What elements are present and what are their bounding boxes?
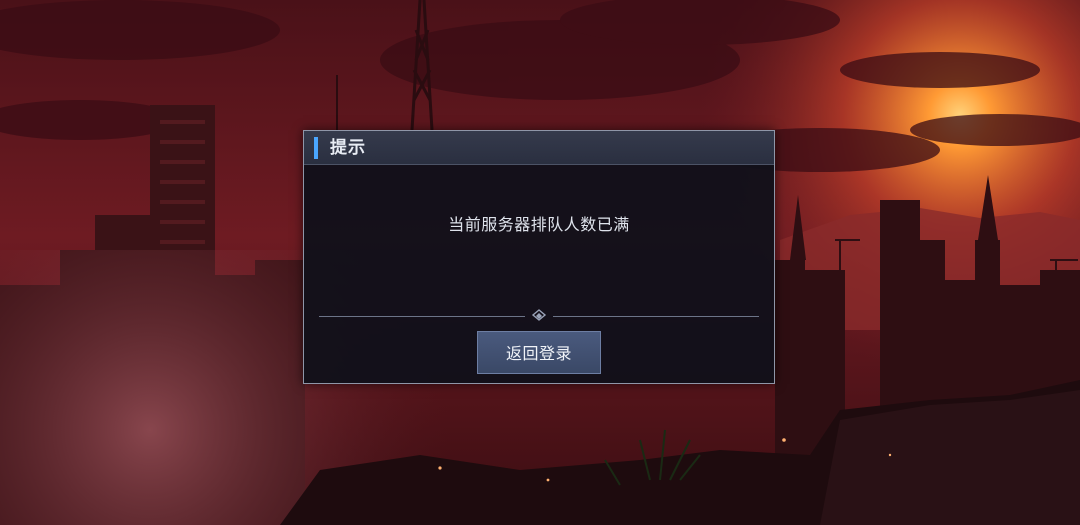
header-accent-bar (314, 137, 318, 159)
diamond-chevron-icon (531, 309, 547, 321)
queue-full-dialog: 提示 当前服务器排队人数已满 返回登录 (303, 130, 775, 384)
return-to-login-button[interactable]: 返回登录 (477, 331, 601, 374)
dialog-message: 当前服务器排队人数已满 (448, 215, 630, 234)
divider-line-right (553, 316, 759, 317)
dialog-divider (319, 309, 759, 323)
dialog-header: 提示 (304, 131, 774, 165)
dialog-title: 提示 (330, 138, 366, 158)
divider-line-left (319, 316, 525, 317)
